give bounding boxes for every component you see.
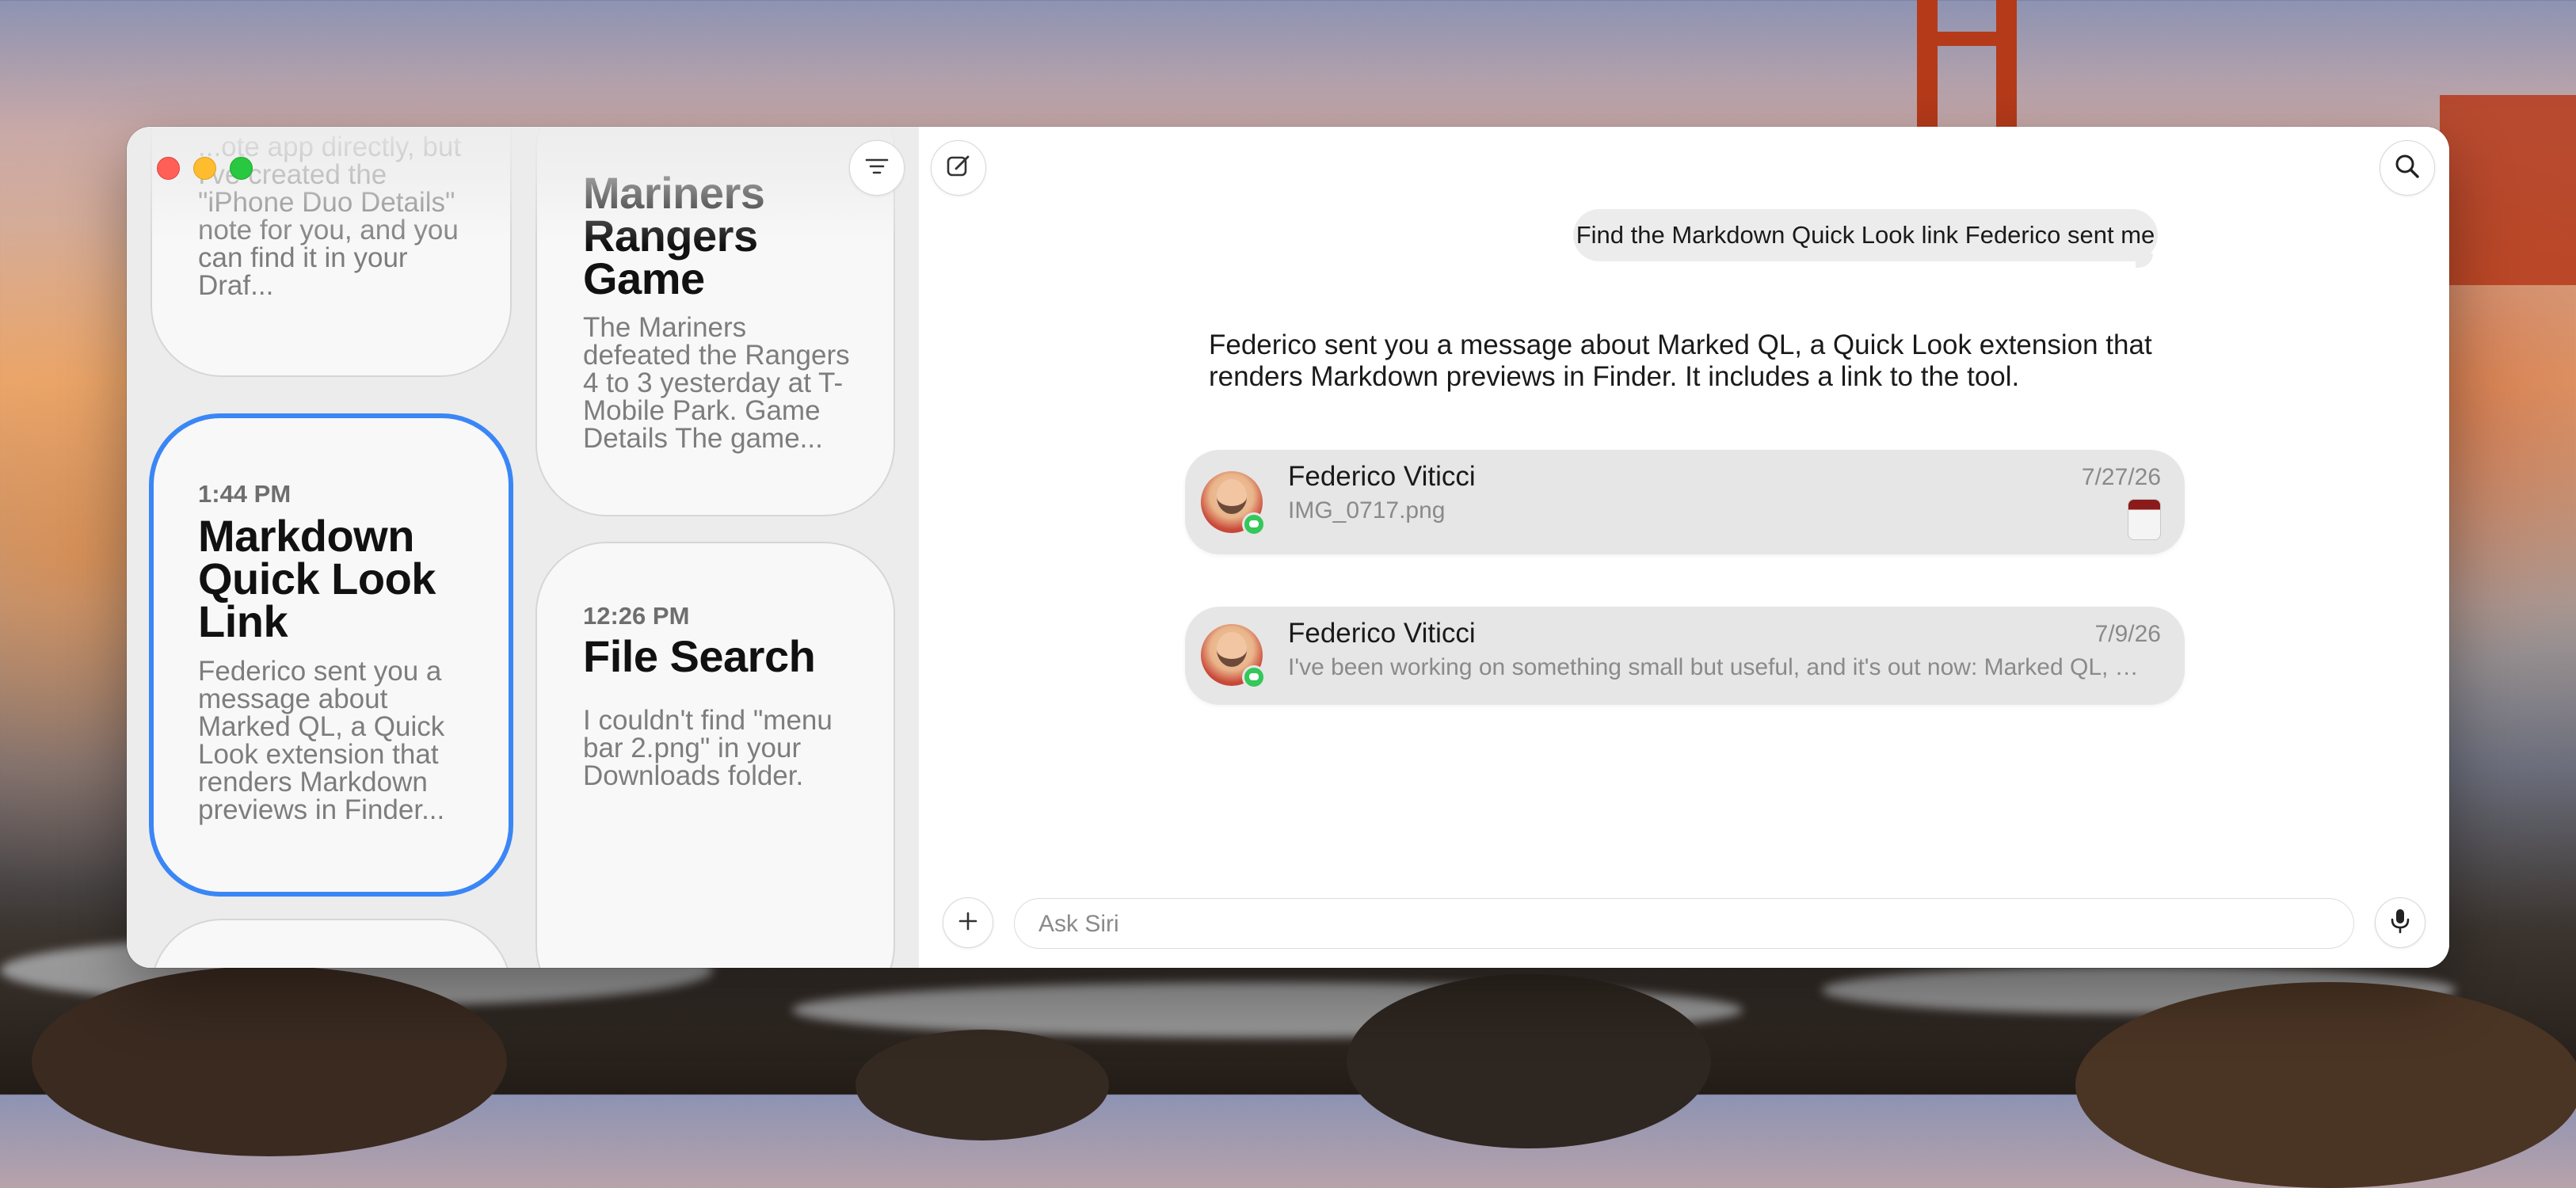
message-preview: I've been working on something small but… xyxy=(1288,654,2143,680)
card-preview: I couldn't find "menu bar 2.png" in your… xyxy=(583,705,833,791)
close-window-button[interactable] xyxy=(157,157,180,180)
message-result-card[interactable]: Federico Viticci I've been working on so… xyxy=(1185,607,2185,705)
filter-button[interactable] xyxy=(849,140,905,196)
filter-lines-icon xyxy=(865,157,889,180)
contact-avatar xyxy=(1201,471,1266,536)
sidebar: ...ote app directly, but I've created th… xyxy=(127,127,919,968)
card-title: Markdown Quick Look Link xyxy=(198,511,436,646)
card-title: File Search xyxy=(583,631,816,681)
bubble-tail xyxy=(2136,253,2153,268)
microphone-icon xyxy=(2389,908,2411,939)
messages-badge-icon xyxy=(1242,665,1266,689)
sender-name: Federico Viticci xyxy=(1288,461,1476,492)
message-preview: IMG_0717.png xyxy=(1288,497,1446,524)
card-preview: Federico sent you a message about Marked… xyxy=(198,656,445,825)
maximize-window-button[interactable] xyxy=(230,157,253,180)
compose-button[interactable] xyxy=(931,140,986,196)
compose-icon xyxy=(945,153,972,184)
siri-app-window: ...ote app directly, but I've created th… xyxy=(127,127,2449,968)
message-result-card[interactable]: Federico Viticci IMG_0717.png 7/27/26 xyxy=(1185,450,2185,554)
search-icon xyxy=(2394,153,2421,184)
ask-siri-input[interactable] xyxy=(1037,899,2307,950)
microphone-button[interactable] xyxy=(2375,897,2425,948)
conversation-card[interactable]: Mariners Rangers Game The Mariners defea… xyxy=(535,127,895,516)
plus-icon xyxy=(957,910,979,936)
conversation-card[interactable]: 12:26 PM File Search I couldn't find "me… xyxy=(535,542,895,968)
conversation-card[interactable] xyxy=(151,919,512,968)
conversation-card-selected[interactable]: 1:44 PM Markdown Quick Look Link Federic… xyxy=(149,413,513,897)
sender-name: Federico Viticci xyxy=(1288,618,1476,649)
card-time: 12:26 PM xyxy=(583,602,690,630)
attachment-thumbnail[interactable] xyxy=(2128,499,2161,540)
card-title: Mariners Rangers Game xyxy=(583,168,765,303)
user-message-text: Find the Markdown Quick Look link Federi… xyxy=(1576,221,2155,249)
assistant-reply: Federico sent you a message about Marked… xyxy=(1209,329,2152,392)
ask-siri-field[interactable] xyxy=(1014,898,2354,950)
messages-badge-icon xyxy=(1242,512,1266,536)
card-preview: The Mariners defeated the Rangers 4 to 3… xyxy=(583,312,850,454)
search-button[interactable] xyxy=(2380,140,2435,196)
minimize-window-button[interactable] xyxy=(193,157,216,180)
message-date: 7/27/26 xyxy=(2081,464,2161,490)
message-date: 7/9/26 xyxy=(2094,621,2161,647)
conversation-pane: Find the Markdown Quick Look link Federi… xyxy=(919,127,2449,968)
card-time: 1:44 PM xyxy=(198,480,292,508)
user-message-bubble: Find the Markdown Quick Look link Federi… xyxy=(1573,209,2158,261)
contact-avatar xyxy=(1201,624,1266,689)
add-button[interactable] xyxy=(943,897,993,948)
